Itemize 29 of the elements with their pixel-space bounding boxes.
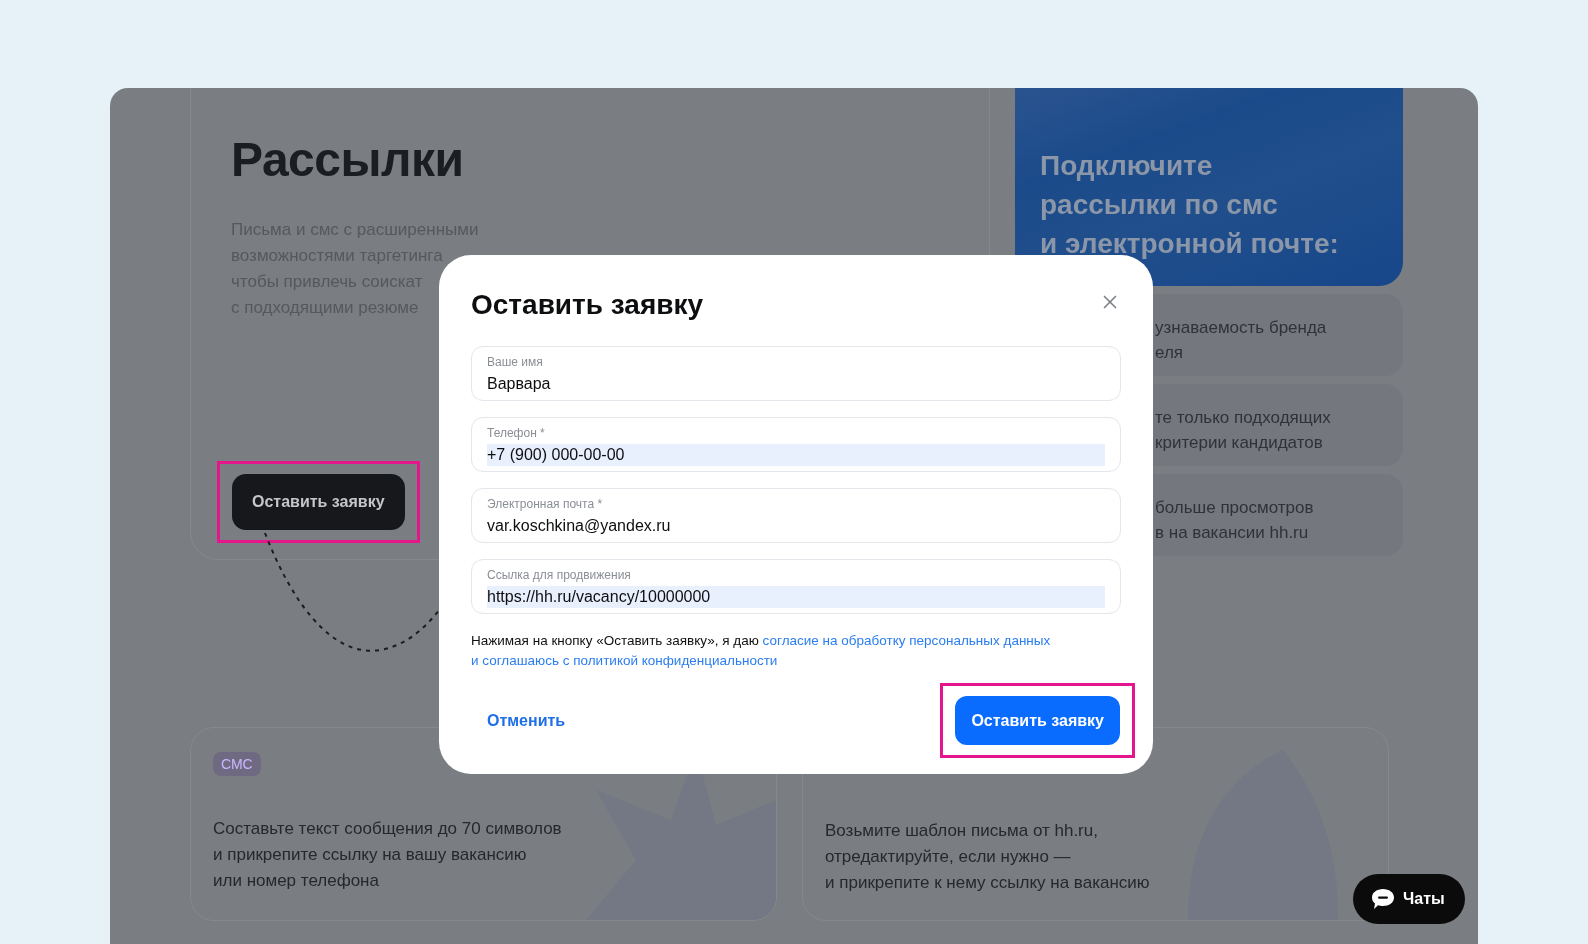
input-field[interactable]: Ссылка для продвижения https://hh.ru/vacancy/10000000 [471, 559, 1121, 614]
dialog-title: Оставить заявку [471, 288, 704, 322]
field-label: Ссылка для продвижения [487, 568, 632, 582]
input-field[interactable]: Ваше имя Варвара [471, 346, 1121, 401]
field-value[interactable]: Варвара [487, 373, 1105, 395]
field-value[interactable]: var.koschkina@yandex.ru [487, 515, 1105, 537]
page-title: Рассылки [231, 132, 465, 187]
cancel-button[interactable]: Отменить [471, 703, 582, 738]
field-label: Электронная почта * [487, 497, 604, 511]
field-label: Ваше имя [487, 355, 544, 369]
privacy-link[interactable]: и соглашаюсь с политикой конфиденциальности [471, 653, 778, 668]
request-button[interactable]: Оставить заявку [232, 474, 405, 530]
benefit-text: больше просмотров в на вакансии hh.ru [1155, 497, 1315, 544]
consent-link[interactable]: согласие на обработку персональных данных [762, 633, 1051, 648]
submit-button[interactable]: Оставить заявку [955, 696, 1120, 745]
chat-bubble-icon [1371, 888, 1395, 910]
field-value[interactable]: https://hh.ru/vacancy/10000000 [487, 586, 1105, 608]
input-field[interactable]: Электронная почта * var.koschkina@yandex.ru [471, 488, 1121, 543]
input-field[interactable]: Телефон * +7 (900) 000-00-00 [471, 417, 1121, 472]
step-text: Составьте текст сообщения до 70 символов и прикрепите ссылку на вашу вакансию или номер телефона [213, 818, 563, 892]
field-value[interactable]: +7 (900) 000-00-00 [487, 444, 1105, 466]
consent-text: Нажимая на кнопку «Оставить заявку», я даю согласие на обработку персональных данных и соглашаюсь с политикой конфиденциальности [471, 632, 1052, 670]
chat-button[interactable]: Чаты [1353, 874, 1465, 924]
promo-title: Подключите рассылки по смс и электронной почте: [1040, 149, 1340, 261]
benefit-text: те только подходящих критерии кандидатов [1155, 407, 1332, 454]
benefit-text: узнаваемость бренда еля [1155, 317, 1328, 364]
sms-tag: СМС [213, 752, 261, 776]
field-label: Телефон * [487, 426, 546, 440]
step-text: Возьмите шаблон письма от hh.ru, отредактируйте, если нужно — и прикрепите к нему ссылку на вакансию [825, 820, 1151, 894]
